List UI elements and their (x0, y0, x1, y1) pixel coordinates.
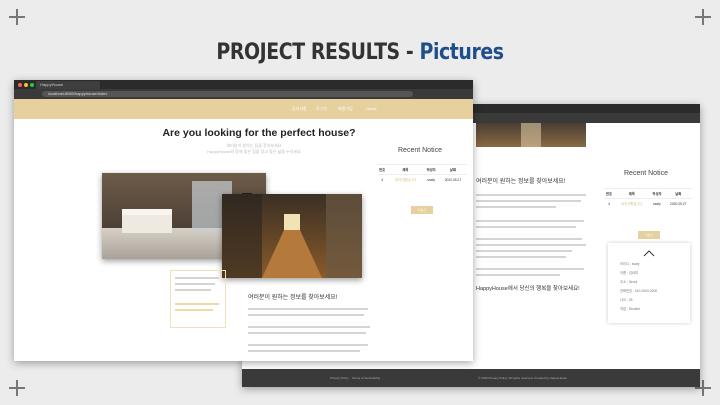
text-line (476, 244, 586, 246)
text-line (476, 206, 556, 208)
browser-tab[interactable]: HappyHouse (36, 81, 100, 89)
profile-line: 직업 : Student (620, 307, 641, 311)
table-header-row: 번호 제목 작성자 날짜 (604, 188, 692, 199)
maximize-dot-icon[interactable] (30, 83, 34, 87)
footer-link[interactable]: FAQ (374, 376, 380, 380)
nav-home[interactable]: Home (366, 106, 377, 111)
house-logo-icon (643, 250, 655, 257)
footer-link[interactable]: Terms of Service (352, 376, 374, 380)
profile-card: 아이디 : ssafy 이름 : 김싸피 주소 : Seoul 전화번호 : 0… (608, 243, 690, 323)
text-line (476, 268, 584, 270)
text-line (476, 274, 560, 276)
text-line (476, 238, 582, 240)
profile-line: 전화번호 : 010-0000-0000 (620, 289, 658, 293)
nav-signup[interactable]: 회원가입 (338, 106, 353, 112)
tab-bar: HappyHouse (14, 80, 473, 89)
site-navbar: 공지사항 로그인 회원가입 Home (14, 99, 473, 119)
title-highlight: Pictures (419, 40, 504, 65)
recent-notice-title: Recent Notice (624, 170, 668, 177)
text-line (476, 250, 572, 252)
site-footer: Privacy Policy Terms of Service FAQ © 20… (242, 369, 700, 387)
footer-copyright: © 2020 Privacy Policy. All rights reserv… (478, 376, 568, 380)
text-line (476, 200, 581, 202)
table-row[interactable]: 4 공지사항입니다 ssafy 2020.05.27 (377, 174, 467, 184)
info-heading: 여러분이 원하는 정보를 찾아보세요! (476, 179, 566, 185)
notice-link[interactable]: 공지사항입니다 (387, 174, 424, 184)
text-line (476, 226, 576, 228)
recent-notice-title: Recent Notice (398, 147, 442, 154)
nav-notice[interactable]: 공지사항 (292, 106, 307, 112)
profile-line: 주소 : Seoul (620, 280, 638, 284)
corner-plus-icon (9, 9, 25, 25)
table-row[interactable]: 4 공지사항입니다 ssafy 2020.05.27 (604, 198, 692, 208)
minimize-dot-icon[interactable] (24, 83, 28, 87)
text-line (248, 350, 360, 352)
text-line (248, 332, 366, 334)
text-line (476, 220, 584, 222)
corner-plus-icon (9, 380, 25, 396)
more-button[interactable]: 더보기 (411, 206, 433, 214)
headline-subtext: 여러분이 원하는 집을 찾아보세요 HappyHouse와 함께 좋은 집을 찾… (207, 143, 301, 154)
info-heading: 여러분이 원하는 정보를 찾아보세요! (248, 295, 338, 301)
profile-line: 이름 : 김싸피 (620, 271, 638, 275)
notice-table: 번호 제목 작성자 날짜 4 공지사항입니다 ssafy 2020.05.27 (604, 188, 692, 208)
corner-plus-icon (695, 9, 711, 25)
more-button[interactable]: 더보기 (638, 231, 660, 239)
profile-line: 나이 : 25 (620, 298, 633, 302)
close-dot-icon[interactable] (18, 83, 22, 87)
table-header-row: 번호 제목 작성자 날짜 (377, 164, 467, 175)
text-line (476, 256, 566, 258)
browser-window-front: HappyHouse localhost:8080/happyhouse/ind… (14, 80, 473, 361)
hallway-photo (222, 194, 362, 278)
page-headline: Are you looking for the perfect house? (162, 127, 356, 139)
text-line (248, 344, 368, 346)
profile-line: 아이디 : ssafy (620, 262, 640, 266)
hero-photo (476, 123, 586, 147)
text-line (248, 326, 370, 328)
notice-link[interactable]: 공지사항입니다 (614, 198, 650, 208)
address-bar[interactable]: localhost:8080/happyhouse/index (14, 89, 473, 99)
happyhouse-heading: HappyHouse에서 당신의 행복을 찾아보세요! (476, 286, 580, 292)
footer-link[interactable]: Privacy Policy (330, 376, 349, 380)
text-line (476, 194, 586, 196)
text-line (248, 314, 364, 316)
text-line (248, 308, 368, 310)
url-field[interactable]: localhost:8080/happyhouse/index (42, 91, 413, 97)
nav-login[interactable]: 로그인 (316, 106, 327, 112)
slide-title: PROJECT RESULTS - Pictures (216, 40, 504, 65)
hero-photo-crop (476, 123, 586, 147)
info-box (170, 270, 226, 328)
notice-table: 번호 제목 작성자 날짜 4 공지사항입니다 ssafy 2020.05.27 (377, 164, 467, 184)
